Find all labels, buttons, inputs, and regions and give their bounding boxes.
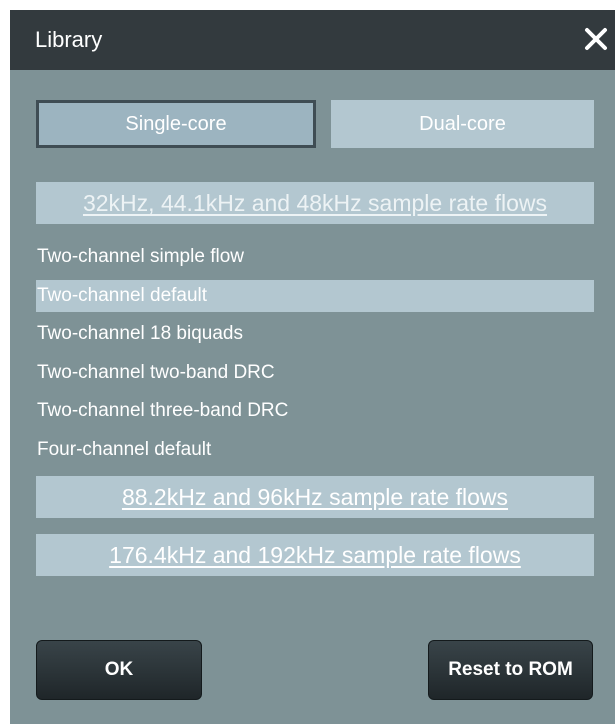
dialog-title: Library xyxy=(35,27,103,52)
title-bar: Library xyxy=(10,10,615,70)
reset-to-rom-button[interactable]: Reset to ROM xyxy=(428,640,593,700)
dual-core-button[interactable]: Dual-core xyxy=(331,100,594,148)
section-48khz-link[interactable]: 32kHz, 44.1kHz and 48kHz sample rate flo… xyxy=(36,182,594,224)
library-dialog: Library Single-core Dual-core 32kHz, 44.… xyxy=(10,10,615,724)
flow-item-four-channel-default[interactable]: Four-channel default xyxy=(36,434,594,466)
section-96khz-link[interactable]: 88.2kHz and 96kHz sample rate flows xyxy=(36,476,594,518)
flow-item-two-channel-18-biquads[interactable]: Two-channel 18 biquads xyxy=(36,318,594,350)
flow-item-two-channel-default[interactable]: Two-channel default xyxy=(36,280,594,312)
flow-item-two-channel-three-band-drc[interactable]: Two-channel three-band DRC xyxy=(36,395,594,427)
section-192khz-link[interactable]: 176.4kHz and 192kHz sample rate flows xyxy=(36,534,594,576)
flow-item-two-channel-two-band-drc[interactable]: Two-channel two-band DRC xyxy=(36,357,594,389)
single-core-button[interactable]: Single-core xyxy=(36,100,316,148)
close-icon[interactable] xyxy=(581,22,611,56)
ok-button[interactable]: OK xyxy=(36,640,202,700)
flow-item-two-channel-simple[interactable]: Two-channel simple flow xyxy=(36,241,594,273)
